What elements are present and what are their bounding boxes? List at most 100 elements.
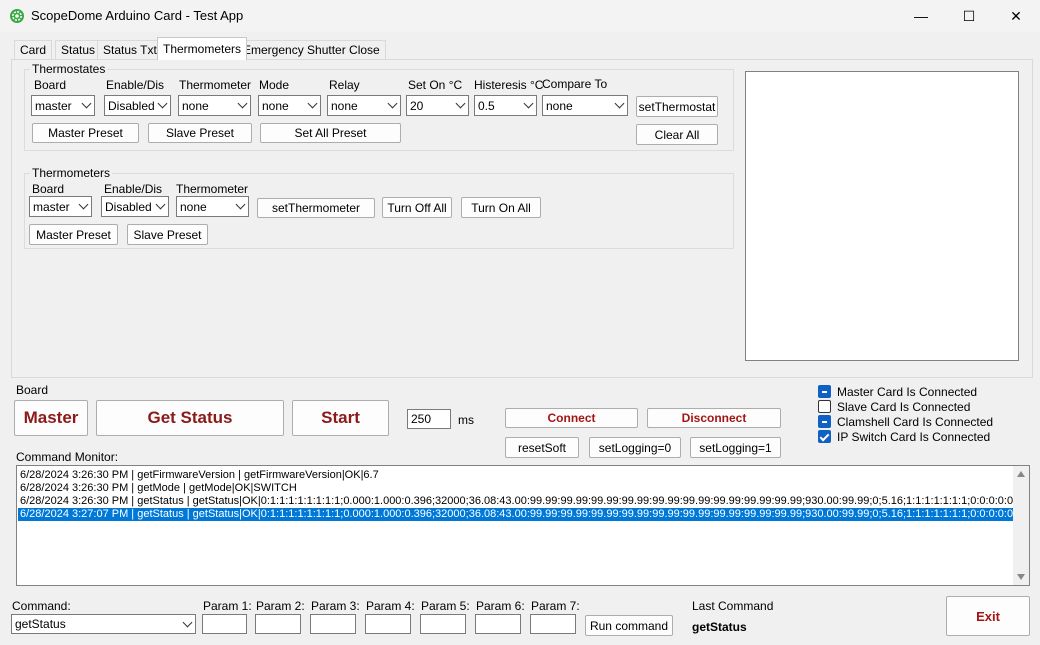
thermometer-slave-preset-button[interactable]: Slave Preset xyxy=(127,224,208,245)
tab-emergency-shutter-close[interactable]: Emergency Shutter Close xyxy=(237,40,386,59)
run-command-button[interactable]: Run command xyxy=(585,615,673,636)
connect-button[interactable]: Connect xyxy=(505,408,638,428)
thermostat-mode-select[interactable]: none xyxy=(258,95,321,116)
master-card-connected-checkbox[interactable] xyxy=(818,385,831,398)
combo-value: 20 xyxy=(410,98,424,113)
thermostat-board-select[interactable]: master xyxy=(31,95,95,116)
set-thermostat-button[interactable]: setThermostat xyxy=(636,96,718,117)
chevron-down-icon xyxy=(520,96,536,115)
param-5-input[interactable] xyxy=(420,614,466,634)
thermometer-enable-select[interactable]: Disabled xyxy=(101,196,169,217)
chevron-down-icon xyxy=(304,96,320,115)
param-4-label: Param 4: xyxy=(366,599,415,613)
reset-soft-button[interactable]: resetSoft xyxy=(505,437,579,458)
turn-on-all-button[interactable]: Turn On All xyxy=(461,197,541,218)
list-item[interactable]: 6/28/2024 3:26:30 PM | getMode | getMode… xyxy=(20,482,297,495)
combo-value: Disabled xyxy=(105,199,152,214)
param-6-input[interactable] xyxy=(475,614,521,634)
combo-value: none xyxy=(262,98,289,113)
thermostat-hysteresis-select[interactable]: 0.5 xyxy=(474,95,537,116)
board-label: Board xyxy=(16,383,49,397)
param-5-label: Param 5: xyxy=(421,599,470,613)
set-logging-0-button[interactable]: setLogging=0 xyxy=(589,437,681,458)
thermostat-relay-select[interactable]: none xyxy=(327,95,401,116)
list-item-selected[interactable]: 6/28/2024 3:27:07 PM | getStatus | getSt… xyxy=(18,508,1013,521)
get-status-button[interactable]: Get Status xyxy=(96,400,284,436)
chevron-down-icon xyxy=(78,96,94,115)
param-3-input[interactable] xyxy=(310,614,356,634)
thermometer-thermometer-select[interactable]: none xyxy=(176,196,249,217)
turn-off-all-button[interactable]: Turn Off All xyxy=(382,197,452,218)
combo-value: master xyxy=(33,199,70,214)
slave-card-connected-label: Slave Card Is Connected xyxy=(837,400,971,414)
scroll-down-icon[interactable] xyxy=(1017,574,1025,580)
command-monitor-list[interactable]: 6/28/2024 3:26:30 PM | getFirmwareVersio… xyxy=(16,465,1030,586)
slave-card-connected-checkbox[interactable] xyxy=(818,400,831,413)
maximize-button[interactable]: ☐ xyxy=(946,0,992,32)
thermostat-board-label: Board xyxy=(34,78,67,92)
thermostat-hysteresis-label: Histeresis °C xyxy=(474,78,544,92)
clear-all-button[interactable]: Clear All xyxy=(636,124,718,145)
param-3-label: Param 3: xyxy=(311,599,360,613)
list-item[interactable]: 6/28/2024 3:26:30 PM | getFirmwareVersio… xyxy=(20,469,379,482)
tab-status-txt[interactable]: Status Txt xyxy=(97,40,163,59)
thermostat-thermometer-label: Thermometer xyxy=(179,78,252,92)
thermometer-master-preset-button[interactable]: Master Preset xyxy=(29,224,118,245)
chevron-down-icon xyxy=(611,96,627,115)
tab-status[interactable]: Status xyxy=(55,40,102,59)
command-monitor-label: Command Monitor: xyxy=(16,450,119,464)
interval-unit-label: ms xyxy=(458,413,474,427)
list-item[interactable]: 6/28/2024 3:26:30 PM | getStatus | getSt… xyxy=(20,495,1013,508)
set-all-preset-button[interactable]: Set All Preset xyxy=(260,123,401,143)
param-4-input[interactable] xyxy=(365,614,411,634)
scroll-up-icon[interactable] xyxy=(1017,471,1025,477)
param-2-input[interactable] xyxy=(255,614,301,634)
command-label: Command: xyxy=(12,599,71,613)
combo-value: none xyxy=(180,199,207,214)
command-select[interactable]: getStatus xyxy=(11,614,196,634)
master-card-connected-label: Master Card Is Connected xyxy=(837,385,978,399)
thermostat-enable-select[interactable]: Disabled xyxy=(104,95,171,116)
clamshell-card-connected-label: Clamshell Card Is Connected xyxy=(837,415,994,429)
combo-value: none xyxy=(182,98,209,113)
thermostat-thermometer-select[interactable]: none xyxy=(178,95,251,116)
thermostat-slave-preset-button[interactable]: Slave Preset xyxy=(148,123,252,143)
clamshell-card-connected-checkbox[interactable] xyxy=(818,415,831,428)
close-button[interactable]: ✕ xyxy=(993,0,1039,32)
interval-input[interactable]: 250 xyxy=(407,409,451,429)
thermostat-enable-label: Enable/Dis xyxy=(106,78,165,92)
combo-value: Disabled xyxy=(108,98,154,113)
start-button[interactable]: Start xyxy=(292,400,389,436)
param-7-input[interactable] xyxy=(530,614,576,634)
set-logging-1-button[interactable]: setLogging=1 xyxy=(690,437,781,458)
chevron-down-icon xyxy=(154,96,170,115)
thermometer-board-label: Board xyxy=(32,182,65,196)
thermometer-thermometer-label: Thermometer xyxy=(176,182,249,196)
thermometers-title: Thermometers xyxy=(30,166,113,180)
monitor-scrollbar[interactable] xyxy=(1013,466,1029,585)
thermostat-compare-select[interactable]: none xyxy=(542,95,628,116)
chevron-down-icon xyxy=(75,197,91,216)
thermostat-set-on-select[interactable]: 20 xyxy=(406,95,469,116)
thermometer-board-select[interactable]: master xyxy=(29,196,92,217)
chevron-down-icon xyxy=(234,96,250,115)
param-1-label: Param 1: xyxy=(203,599,252,613)
thermostates-title: Thermostates xyxy=(30,62,108,76)
disconnect-button[interactable]: Disconnect xyxy=(647,408,781,428)
last-command-label: Last Command xyxy=(692,599,774,613)
minimize-button[interactable]: — xyxy=(898,0,944,32)
param-2-label: Param 2: xyxy=(256,599,305,613)
tab-thermometers[interactable]: Thermometers xyxy=(157,37,248,60)
ip-switch-card-connected-checkbox[interactable] xyxy=(818,430,831,443)
master-button[interactable]: Master xyxy=(14,400,88,436)
set-thermometer-button[interactable]: setThermometer xyxy=(257,198,375,218)
param-1-input[interactable] xyxy=(202,614,247,634)
ip-switch-card-connected-label: IP Switch Card Is Connected xyxy=(837,430,991,444)
exit-button[interactable]: Exit xyxy=(946,596,1030,636)
combo-value: none xyxy=(331,98,358,113)
thermostat-master-preset-button[interactable]: Master Preset xyxy=(32,123,139,143)
combo-value: none xyxy=(546,98,573,113)
combo-value: 0.5 xyxy=(478,98,495,113)
param-6-label: Param 6: xyxy=(476,599,525,613)
tab-card[interactable]: Card xyxy=(14,40,53,59)
